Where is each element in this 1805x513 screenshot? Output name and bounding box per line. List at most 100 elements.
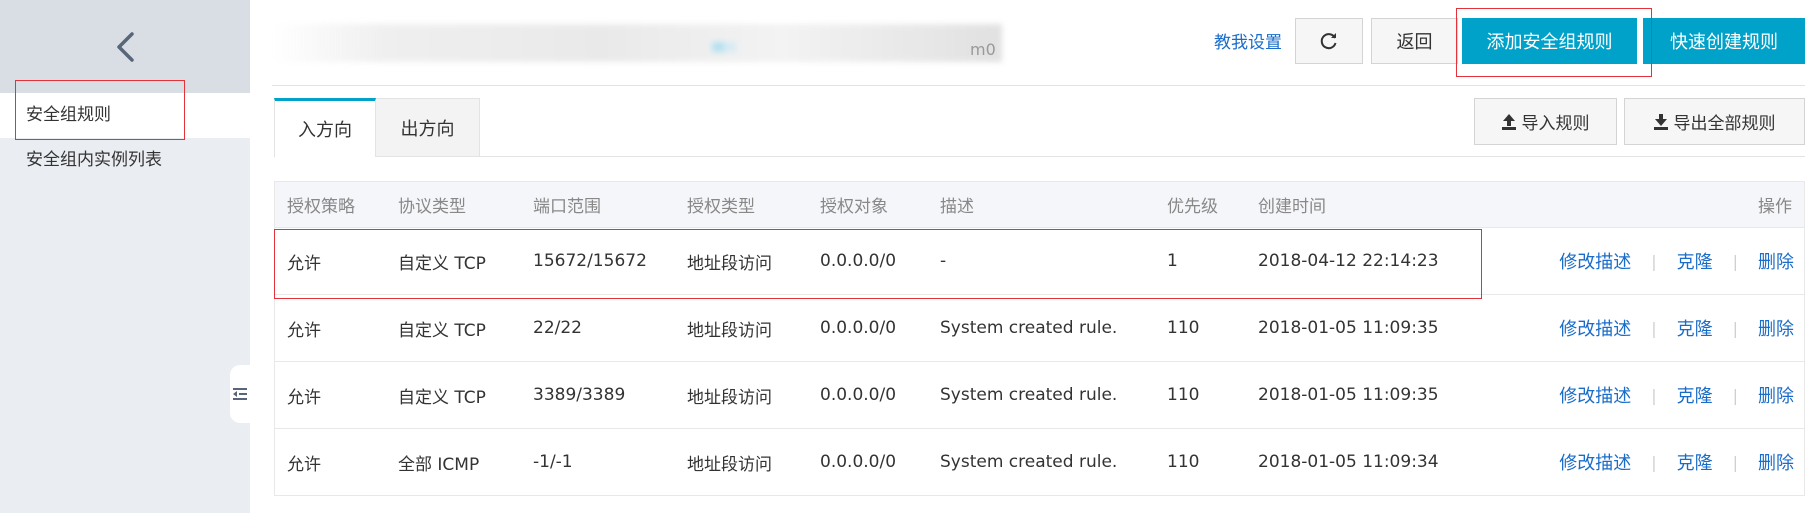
separator: | [1651, 385, 1657, 405]
page-title-suffix: m0 [970, 40, 996, 59]
cell-description: - [940, 251, 947, 271]
cell-target: 0.0.0.0/0 [820, 318, 897, 338]
cell-priority: 110 [1167, 318, 1200, 338]
cell-created: 2018-01-05 11:09:34 [1258, 452, 1439, 472]
cell-port: 3389/3389 [533, 385, 626, 405]
cell-auth-type: 地址段访问 [687, 253, 772, 274]
cell-priority: 110 [1167, 385, 1200, 405]
cell-auth-type: 地址段访问 [687, 454, 772, 475]
cell-protocol: 自定义 TCP [398, 320, 486, 341]
delete-link[interactable]: 删除 [1758, 248, 1794, 274]
separator: | [1732, 385, 1738, 405]
cell-description: System created rule. [940, 385, 1118, 405]
refresh-icon [1320, 33, 1337, 50]
column-header-policy: 授权策略 [287, 197, 355, 217]
collapse-icon [233, 388, 247, 400]
cell-port: -1/-1 [533, 452, 573, 472]
main-content: m0 教我设置 返回 添加安全组规则 快速创建规则 入方向 出方向 导入规则 导… [272, 0, 1805, 513]
quick-create-rule-button[interactable]: 快速创建规则 [1643, 18, 1805, 64]
cell-auth-type: 地址段访问 [687, 320, 772, 341]
cell-policy: 允许 [287, 387, 321, 408]
direction-tabs: 入方向 出方向 [274, 98, 480, 157]
edit-description-link[interactable]: 修改描述 [1559, 315, 1631, 341]
upload-icon [1501, 113, 1516, 130]
delete-link[interactable]: 删除 [1758, 449, 1794, 475]
column-header-description: 描述 [940, 197, 974, 217]
separator: | [1651, 318, 1657, 338]
delete-link[interactable]: 删除 [1758, 382, 1794, 408]
download-icon [1653, 113, 1668, 130]
separator: | [1732, 452, 1738, 472]
sidebar-header [0, 0, 250, 93]
separator: | [1651, 452, 1657, 472]
cell-policy: 允许 [287, 454, 321, 475]
page-header: m0 教我设置 返回 添加安全组规则 快速创建规则 [272, 0, 1805, 86]
cell-policy: 允许 [287, 320, 321, 341]
row-actions: 修改描述 | 克隆 | 删除 [1559, 362, 1794, 428]
sidebar-nav: 安全组规则 安全组内实例列表 [0, 93, 250, 183]
page-title-redacted [272, 24, 1002, 62]
help-link[interactable]: 教我设置 [1214, 28, 1282, 53]
row-actions: 修改描述 | 克隆 | 删除 [1559, 429, 1794, 495]
table-row: 允许 全部 ICMP -1/-1 地址段访问 0.0.0.0/0 System … [274, 429, 1805, 496]
cell-protocol: 全部 ICMP [398, 454, 480, 475]
edit-description-link[interactable]: 修改描述 [1559, 382, 1631, 408]
chevron-left-icon [117, 31, 134, 62]
sidebar-item-label: 安全组规则 [26, 105, 111, 125]
cell-description: System created rule. [940, 452, 1118, 472]
cell-target: 0.0.0.0/0 [820, 385, 897, 405]
row-actions: 修改描述 | 克隆 | 删除 [1559, 228, 1794, 294]
table-row: 允许 自定义 TCP 22/22 地址段访问 0.0.0.0/0 System … [274, 295, 1805, 362]
cell-priority: 1 [1167, 251, 1178, 271]
separator: | [1651, 251, 1657, 271]
delete-link[interactable]: 删除 [1758, 315, 1794, 341]
import-rules-label: 导入规则 [1521, 114, 1590, 134]
cell-target: 0.0.0.0/0 [820, 251, 897, 271]
cell-protocol: 自定义 TCP [398, 387, 486, 408]
clone-link[interactable]: 克隆 [1677, 382, 1713, 408]
refresh-button[interactable] [1295, 18, 1363, 64]
tab-divider [480, 156, 1805, 157]
column-header-created: 创建时间 [1258, 197, 1326, 217]
cell-created: 2018-04-12 22:14:23 [1258, 251, 1439, 271]
cell-description: System created rule. [940, 318, 1118, 338]
security-rules-table: 授权策略 协议类型 端口范围 授权类型 授权对象 描述 优先级 创建时间 操作 … [274, 181, 1805, 496]
add-security-rule-button[interactable]: 添加安全组规则 [1462, 18, 1637, 64]
import-rules-button[interactable]: 导入规则 [1474, 98, 1617, 145]
clone-link[interactable]: 克隆 [1677, 449, 1713, 475]
separator: | [1732, 251, 1738, 271]
cell-protocol: 自定义 TCP [398, 253, 486, 274]
sidebar-item-security-rules[interactable]: 安全组规则 [0, 93, 250, 138]
cell-priority: 110 [1167, 452, 1200, 472]
tab-inbound[interactable]: 入方向 [274, 98, 376, 157]
security-group-page: 安全组规则 安全组内实例列表 m0 教我设置 返回 添加安全组规则 快速创建规则… [0, 0, 1805, 513]
sidebar-item-label: 安全组内实例列表 [26, 150, 162, 170]
tab-outbound[interactable]: 出方向 [376, 98, 480, 157]
cell-port: 15672/15672 [533, 251, 647, 271]
cell-created: 2018-01-05 11:09:35 [1258, 385, 1439, 405]
column-header-auth-type: 授权类型 [687, 197, 755, 217]
cell-target: 0.0.0.0/0 [820, 452, 897, 472]
clone-link[interactable]: 克隆 [1677, 315, 1713, 341]
cell-port: 22/22 [533, 318, 582, 338]
export-all-rules-button[interactable]: 导出全部规则 [1624, 98, 1805, 145]
separator: | [1732, 318, 1738, 338]
back-button-header[interactable]: 返回 [1371, 18, 1458, 64]
back-button[interactable] [105, 27, 145, 67]
row-actions: 修改描述 | 克隆 | 删除 [1559, 295, 1794, 361]
sidebar: 安全组规则 安全组内实例列表 [0, 0, 250, 513]
sidebar-item-instance-list[interactable]: 安全组内实例列表 [0, 138, 250, 183]
column-header-protocol: 协议类型 [398, 197, 466, 217]
sidebar-collapse-toggle[interactable] [230, 365, 250, 423]
clone-link[interactable]: 克隆 [1677, 248, 1713, 274]
edit-description-link[interactable]: 修改描述 [1559, 248, 1631, 274]
table-header: 授权策略 协议类型 端口范围 授权类型 授权对象 描述 优先级 创建时间 操作 [274, 181, 1805, 228]
column-header-actions: 操作 [1758, 197, 1792, 217]
column-header-priority: 优先级 [1167, 197, 1218, 217]
edit-description-link[interactable]: 修改描述 [1559, 449, 1631, 475]
export-all-rules-label: 导出全部规则 [1673, 114, 1776, 134]
table-row: 允许 自定义 TCP 15672/15672 地址段访问 0.0.0.0/0 -… [274, 228, 1805, 295]
table-row: 允许 自定义 TCP 3389/3389 地址段访问 0.0.0.0/0 Sys… [274, 362, 1805, 429]
cell-created: 2018-01-05 11:09:35 [1258, 318, 1439, 338]
column-header-port: 端口范围 [533, 197, 601, 217]
